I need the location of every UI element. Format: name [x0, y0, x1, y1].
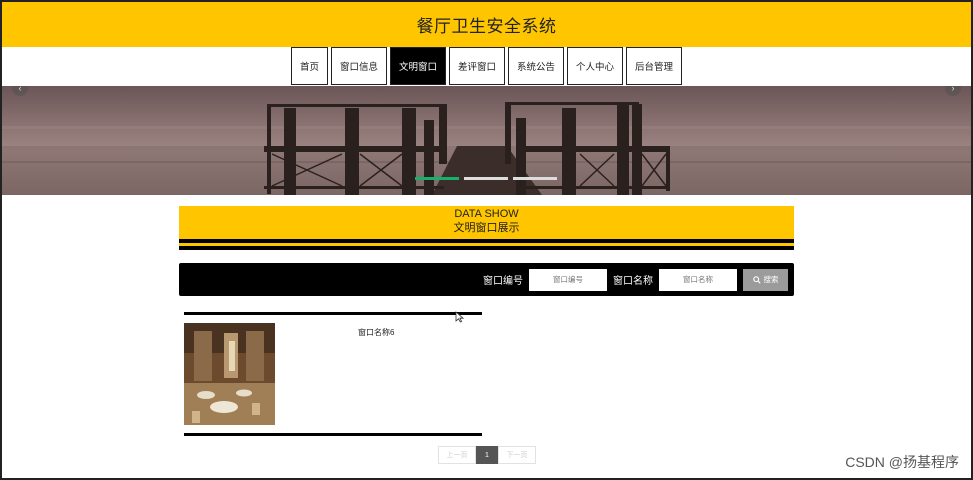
- carousel-dot-1[interactable]: [415, 177, 459, 180]
- window-number-label: 窗口编号: [483, 276, 523, 287]
- pagination: 上一页 1 下一页: [438, 446, 536, 464]
- window-number-input[interactable]: [529, 268, 607, 291]
- carousel-dot-2[interactable]: [464, 177, 508, 180]
- card-top-border: [184, 312, 482, 315]
- card-bottom-border: [184, 433, 482, 436]
- section-title-en: DATA SHOW: [454, 208, 519, 220]
- search-bar: 窗口编号 窗口名称 搜索: [179, 263, 794, 296]
- section-divider: [179, 246, 794, 250]
- section-header: DATA SHOW 文明窗口展示: [179, 206, 794, 239]
- main-nav: 首页 窗口信息 文明窗口 差评窗口 系统公告 个人中心 后台管理: [2, 47, 971, 85]
- search-icon: [752, 275, 761, 284]
- pagination-next[interactable]: 下一页: [498, 446, 536, 464]
- section-title-cn: 文明窗口展示: [453, 222, 520, 234]
- pagination-prev[interactable]: 上一页: [438, 446, 476, 464]
- window-name-input[interactable]: [659, 268, 737, 291]
- restaurant-photo: [184, 323, 275, 425]
- nav-item-announcements[interactable]: 系统公告: [508, 47, 565, 85]
- nav-item-home[interactable]: 首页: [290, 47, 328, 85]
- carousel-indicators: [415, 177, 557, 180]
- banner-carousel: ‹ ›: [2, 86, 971, 195]
- nav-item-personal-center[interactable]: 个人中心: [567, 47, 624, 85]
- site-title: 餐厅卫生安全系统: [416, 17, 557, 36]
- search-button-label: 搜索: [763, 275, 779, 284]
- nav-item-admin[interactable]: 后台管理: [626, 47, 683, 85]
- mouse-cursor-icon: [455, 311, 464, 323]
- search-button[interactable]: 搜索: [743, 268, 788, 291]
- carousel-dot-3[interactable]: [513, 177, 557, 180]
- site-header: 餐厅卫生安全系统: [2, 2, 971, 47]
- card-title[interactable]: 窗口名称6: [358, 327, 394, 338]
- window-name-label: 窗口名称: [613, 276, 653, 287]
- card-image[interactable]: [184, 323, 275, 425]
- watermark: CSDN @扬基程序: [845, 454, 959, 470]
- nav-item-civilized-window[interactable]: 文明窗口: [389, 47, 446, 85]
- nav-item-bad-review-window[interactable]: 差评窗口: [448, 47, 505, 85]
- nav-item-window-info[interactable]: 窗口信息: [330, 47, 387, 85]
- pagination-page-1[interactable]: 1: [476, 446, 498, 464]
